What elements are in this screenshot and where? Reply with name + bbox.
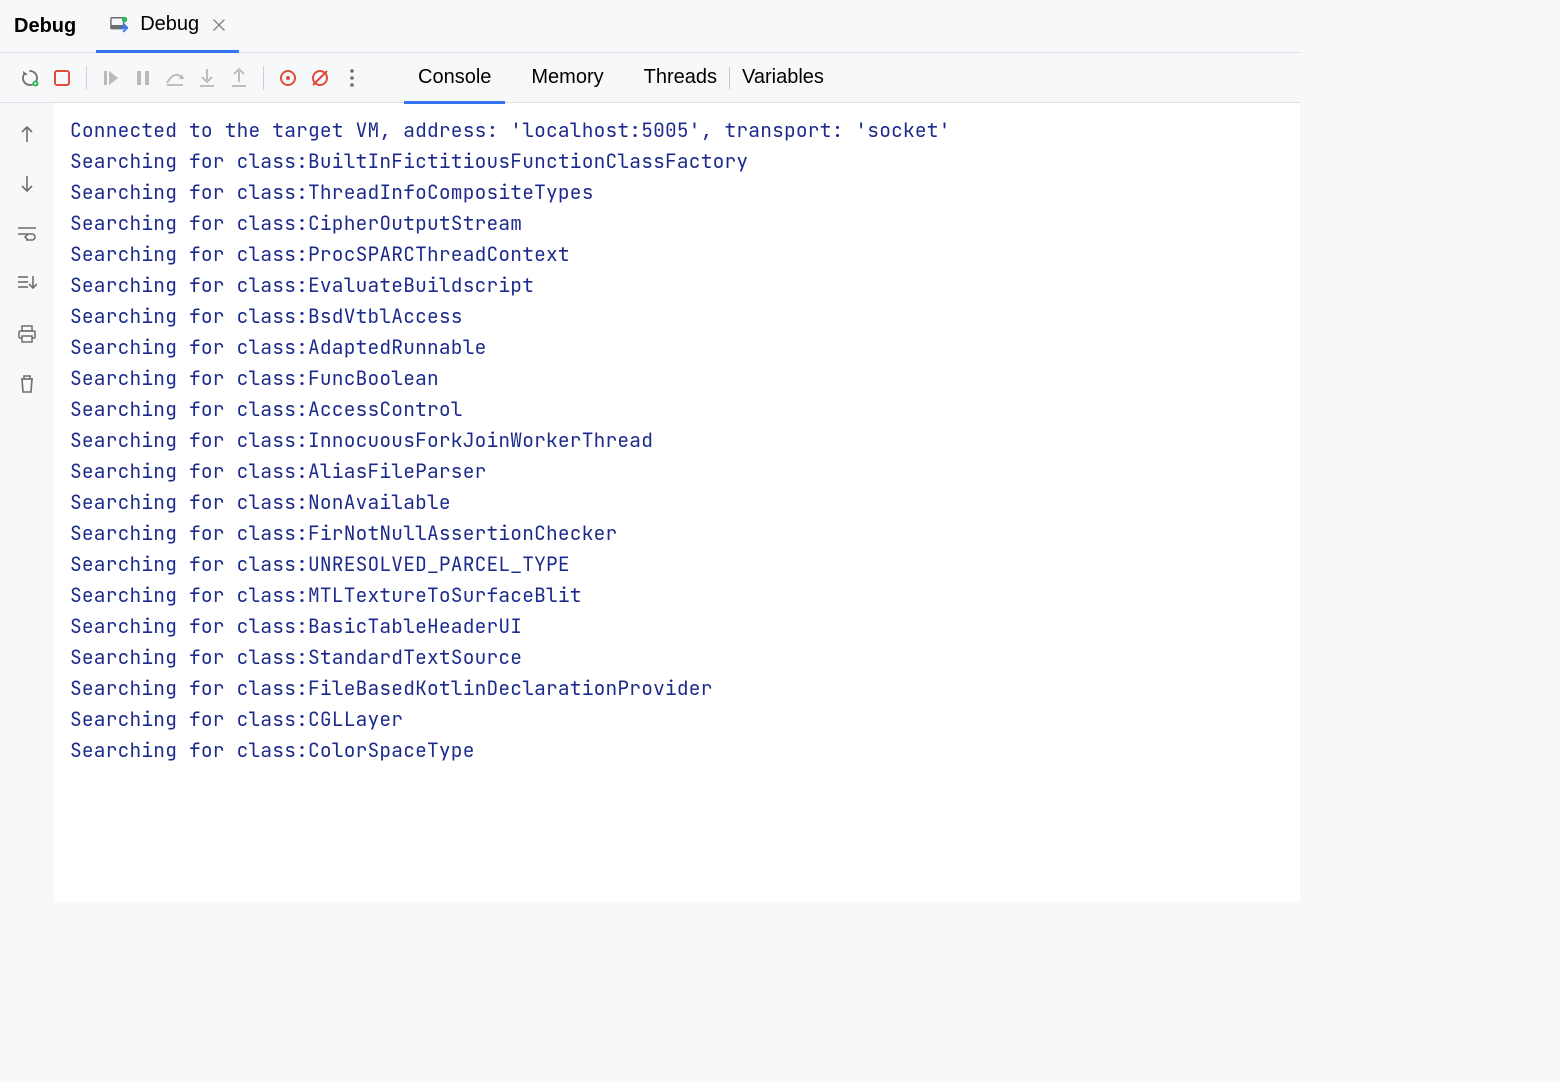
tab-threads-label: Threads <box>644 66 717 89</box>
debug-tool-window-tabs: Debug Debug <box>0 0 1300 53</box>
console-line: Connected to the target VM, address: 'lo… <box>70 115 1284 146</box>
debugger-main-area: Connected to the target VM, address: 'lo… <box>0 103 1300 902</box>
tab-threads[interactable]: Threads <box>624 53 729 103</box>
toolbar-separator <box>263 66 264 90</box>
debugger-toolbar: Console Memory Threads Variables <box>0 53 1300 103</box>
mute-breakpoints-button[interactable] <box>304 62 336 94</box>
step-out-button[interactable] <box>223 62 255 94</box>
stop-button[interactable] <box>46 62 78 94</box>
pause-button[interactable] <box>127 62 159 94</box>
console-line: Searching for class:ProcSPARCThreadConte… <box>70 239 1284 270</box>
console-line: Searching for class:AdaptedRunnable <box>70 332 1284 363</box>
console-line: Searching for class:ThreadInfoCompositeT… <box>70 177 1284 208</box>
close-tab-icon[interactable] <box>213 19 225 31</box>
console-gutter-toolbar <box>0 103 54 902</box>
console-line: Searching for class:EvaluateBuildscript <box>70 270 1284 301</box>
console-line: Searching for class:AccessControl <box>70 394 1284 425</box>
rerun-button[interactable] <box>14 62 46 94</box>
console-line: Searching for class:BsdVtblAccess <box>70 301 1284 332</box>
toolbar-separator <box>86 66 87 90</box>
scroll-down-icon[interactable] <box>12 169 42 199</box>
tab-variables[interactable]: Variables <box>730 53 844 103</box>
run-config-debug-icon <box>110 16 130 34</box>
print-icon[interactable] <box>12 319 42 349</box>
step-into-button[interactable] <box>191 62 223 94</box>
console-line: Searching for class:BasicTableHeaderUI <box>70 611 1284 642</box>
clear-all-icon[interactable] <box>12 369 42 399</box>
console-line: Searching for class:NonAvailable <box>70 487 1284 518</box>
tab-variables-label: Variables <box>742 66 824 89</box>
console-line: Searching for class:CipherOutputStream <box>70 208 1284 239</box>
console-line: Searching for class:StandardTextSource <box>70 642 1284 673</box>
debugger-content-tabs: Console Memory Threads Variables <box>398 53 844 103</box>
console-output[interactable]: Connected to the target VM, address: 'lo… <box>54 103 1300 902</box>
console-line: Searching for class:UNRESOLVED_PARCEL_TY… <box>70 549 1284 580</box>
step-over-button[interactable] <box>159 62 191 94</box>
console-line: Searching for class:ColorSpaceType <box>70 735 1284 766</box>
scroll-up-icon[interactable] <box>12 119 42 149</box>
run-configuration-label: Debug <box>140 13 199 36</box>
console-line: Searching for class:FirNotNullAssertionC… <box>70 518 1284 549</box>
run-configuration-tab[interactable]: Debug <box>96 0 239 53</box>
console-line: Searching for class:InnocuousForkJoinWor… <box>70 425 1284 456</box>
console-line: Searching for class:BuiltInFictitiousFun… <box>70 146 1284 177</box>
console-line: Searching for class:CGLLayer <box>70 704 1284 735</box>
soft-wrap-icon[interactable] <box>12 219 42 249</box>
console-line: Searching for class:FileBasedKotlinDecla… <box>70 673 1284 704</box>
console-line: Searching for class:AliasFileParser <box>70 456 1284 487</box>
console-line: Searching for class:MTLTextureToSurfaceB… <box>70 580 1284 611</box>
console-line: Searching for class:FuncBoolean <box>70 363 1284 394</box>
scroll-to-end-icon[interactable] <box>12 269 42 299</box>
more-actions-button[interactable] <box>336 62 368 94</box>
tab-memory[interactable]: Memory <box>511 53 623 103</box>
view-breakpoints-button[interactable] <box>272 62 304 94</box>
tool-window-title: Debug <box>14 15 86 38</box>
resume-button[interactable] <box>95 62 127 94</box>
tab-console[interactable]: Console <box>398 53 511 103</box>
